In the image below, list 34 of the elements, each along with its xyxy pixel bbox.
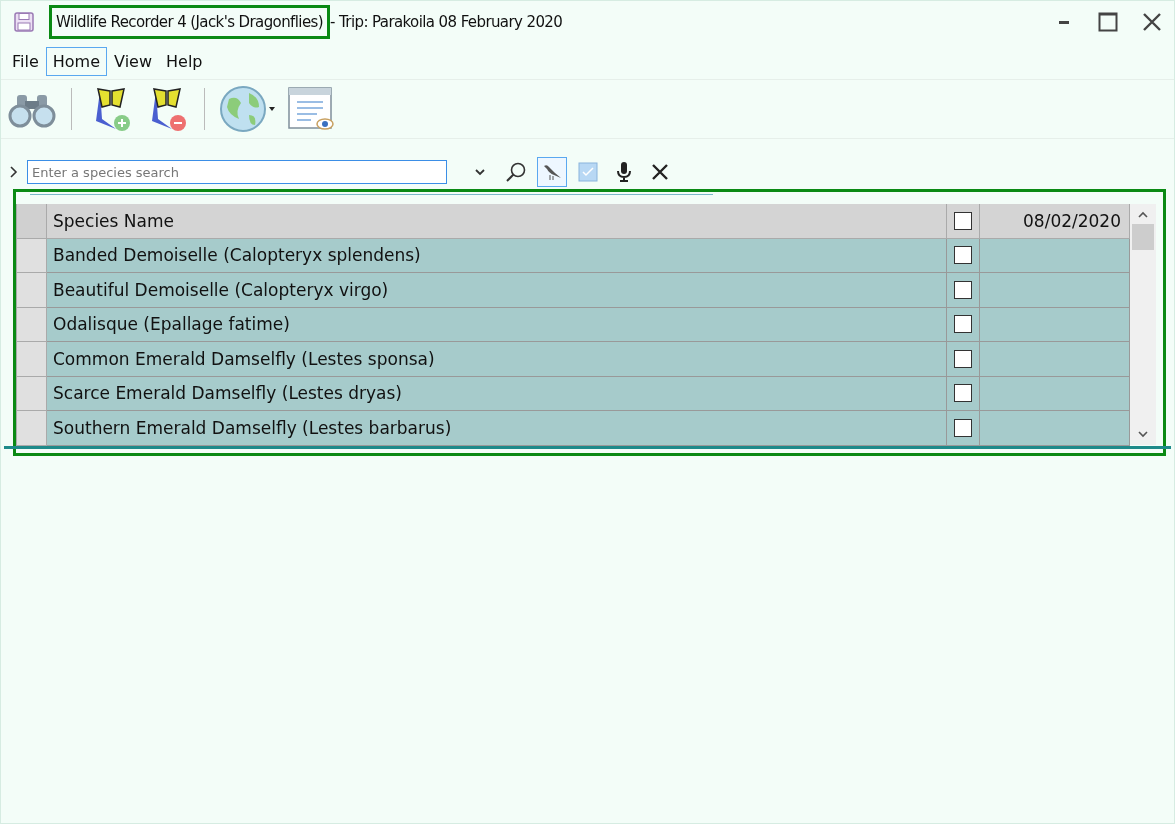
menu-item[interactable]: Help xyxy=(159,46,210,76)
menu-item[interactable]: Home xyxy=(45,46,108,76)
row-checkbox[interactable] xyxy=(954,280,972,299)
expand-chevron-icon[interactable] xyxy=(9,166,19,178)
row-checkbox[interactable] xyxy=(954,418,972,437)
species-cell: Common Emerald Damselfly (Lestes sponsa) xyxy=(47,342,947,377)
close-icon xyxy=(650,162,670,182)
menu-item[interactable]: View xyxy=(107,46,159,76)
species-cell: Odalisque (Epallage fatime) xyxy=(47,307,947,342)
row-checkbox[interactable] xyxy=(954,315,972,334)
species-search-field[interactable]: Enter a species search xyxy=(27,160,447,184)
species-cell: Scarce Emerald Damselfly (Lestes dryas) xyxy=(47,376,947,411)
scrollbar[interactable] xyxy=(1130,204,1156,445)
row-checkbox[interactable] xyxy=(954,349,972,368)
column-header[interactable]: Species Name xyxy=(47,204,947,239)
column-header[interactable]: 08/02/2020 xyxy=(980,204,1130,239)
species-cell: Banded Demoiselle (Calopteryx splendens) xyxy=(47,238,947,273)
minimize-icon xyxy=(1059,20,1069,24)
menu-item[interactable]: File xyxy=(5,46,46,76)
header-checkbox[interactable] xyxy=(954,211,972,230)
save-icon[interactable] xyxy=(13,11,35,33)
microphone-icon xyxy=(615,161,633,183)
scroll-down-icon[interactable] xyxy=(1137,429,1149,439)
window-subtitle: - Trip: Parakoila 08 February 2020 xyxy=(330,13,563,31)
maximize-icon xyxy=(1098,12,1118,32)
row-checkbox[interactable] xyxy=(954,384,972,403)
window-title: Wildlife Recorder 4 (Jack's Dragonflies) xyxy=(49,5,330,39)
scrollbar-thumb[interactable] xyxy=(1132,224,1154,250)
species-cell: Southern Emerald Damselfly (Lestes barbarus) xyxy=(47,411,947,446)
close-icon xyxy=(1142,12,1162,32)
bird-filter-button[interactable] xyxy=(537,157,567,187)
species-cell: Beautiful Demoiselle (Calopteryx virgo) xyxy=(47,273,947,308)
row-checkbox[interactable] xyxy=(954,246,972,265)
scroll-up-icon[interactable] xyxy=(1137,210,1149,220)
